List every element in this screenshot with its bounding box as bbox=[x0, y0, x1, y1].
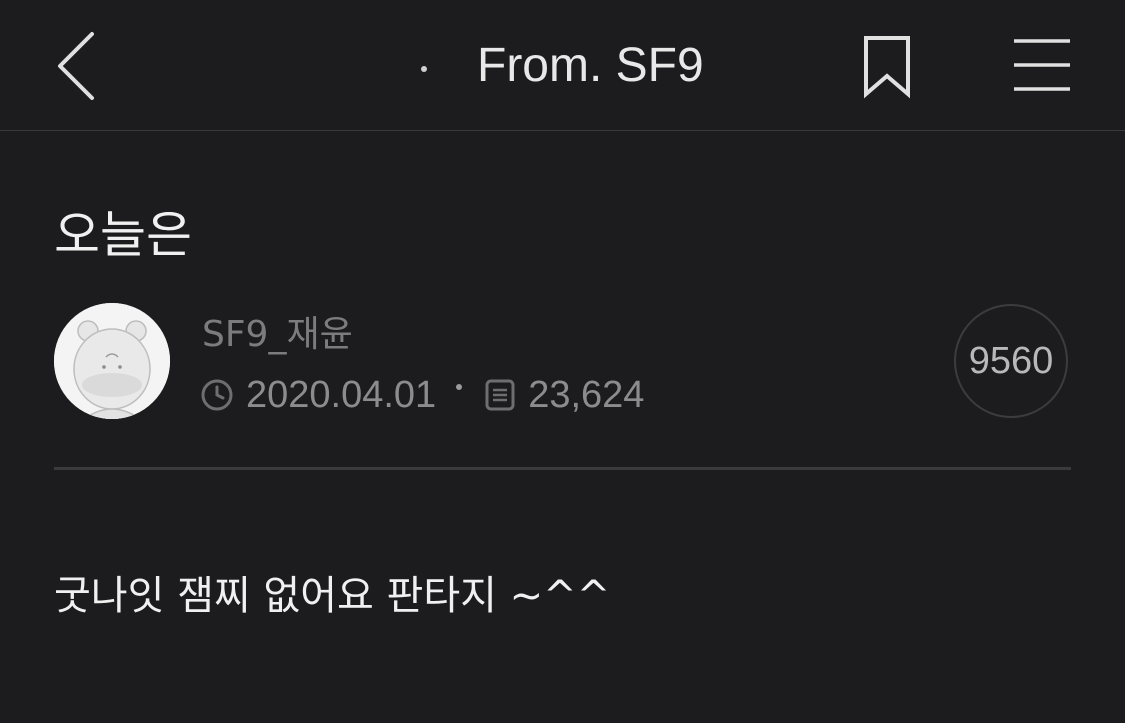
bear-avatar-icon bbox=[54, 303, 170, 419]
post-body: 굿나잇 잼찌 없어요 판타지 ~^^ bbox=[54, 573, 611, 619]
author-name[interactable]: SF9_재윤 bbox=[202, 310, 353, 360]
post-meta: 2020.04.01 23,624 bbox=[200, 370, 644, 420]
post-date: 2020.04.01 bbox=[246, 374, 437, 416]
bookmark-icon bbox=[864, 36, 910, 99]
like-count-button[interactable]: 9560 bbox=[954, 304, 1068, 418]
page-title: From. SF9 bbox=[477, 39, 704, 92]
post-title: 오늘은 bbox=[54, 206, 192, 264]
divider bbox=[54, 467, 1071, 470]
bookmark-button[interactable] bbox=[858, 34, 916, 100]
document-icon bbox=[485, 379, 515, 411]
back-button[interactable] bbox=[48, 26, 108, 106]
view-count: 23,624 bbox=[528, 374, 645, 416]
menu-button[interactable] bbox=[1010, 36, 1076, 96]
chevron-left-icon bbox=[58, 32, 94, 100]
top-navigation-bar: From. SF9 bbox=[0, 0, 1125, 131]
like-count: 9560 bbox=[968, 339, 1054, 382]
clock-icon bbox=[201, 379, 233, 411]
meta-separator-dot bbox=[456, 384, 463, 390]
hamburger-menu-icon bbox=[1014, 39, 1070, 91]
avatar[interactable] bbox=[54, 303, 170, 419]
title-bullet-dot bbox=[421, 66, 427, 72]
